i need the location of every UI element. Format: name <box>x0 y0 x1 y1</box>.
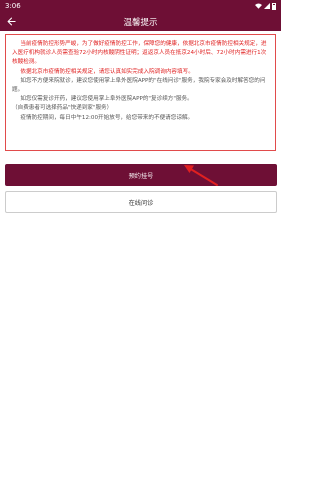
back-button[interactable] <box>4 14 19 29</box>
notice-box: 当前疫情防控形势严峻，为了做好疫情防控工作，保障您的健康，依据北京市疫情防控相关… <box>5 34 276 151</box>
back-arrow-icon <box>7 17 16 26</box>
wifi-icon <box>255 3 262 9</box>
notice-red-paragraph-2: 依据北京市疫情防控相关规定，请您认真如实完成入院调询内容填写。 <box>20 68 194 75</box>
app-bar: 温馨提示 <box>0 12 281 31</box>
annotation-arrow-icon <box>184 165 218 186</box>
battery-icon <box>272 2 276 10</box>
status-bar: 3:06 <box>0 0 281 12</box>
notice-revisit-paragraph: 如您仅需复诊开药，建议您使用掌上阜外医院APP的"复诊续方"服务。 <box>20 96 193 103</box>
status-time: 3:06 <box>5 2 21 10</box>
online-consult-button[interactable]: 在线问诊 <box>5 191 277 213</box>
notice-red-paragraph-1: 当前疫情防控形势严峻，为了做好疫情防控工作，保障您的健康，依据北京市疫情防控相关… <box>12 41 267 66</box>
page-title: 温馨提示 <box>123 17 158 28</box>
notice-schedule-paragraph: 疫情防控期间，每日中午12:00开始放号，给您带来的不便请您谅解。 <box>20 114 194 121</box>
notice-online-consult-paragraph: 如您不方便来院就诊，建议您使用掌上阜外医院APP的"在线问诊"服务，我院专家会及… <box>12 77 266 94</box>
status-icons <box>255 2 276 10</box>
notice-delivery-paragraph: （自费患者可选择药品"快递到家"服务） <box>12 105 113 112</box>
book-appointment-button[interactable]: 预约挂号 <box>5 164 277 186</box>
signal-icon <box>264 3 270 9</box>
